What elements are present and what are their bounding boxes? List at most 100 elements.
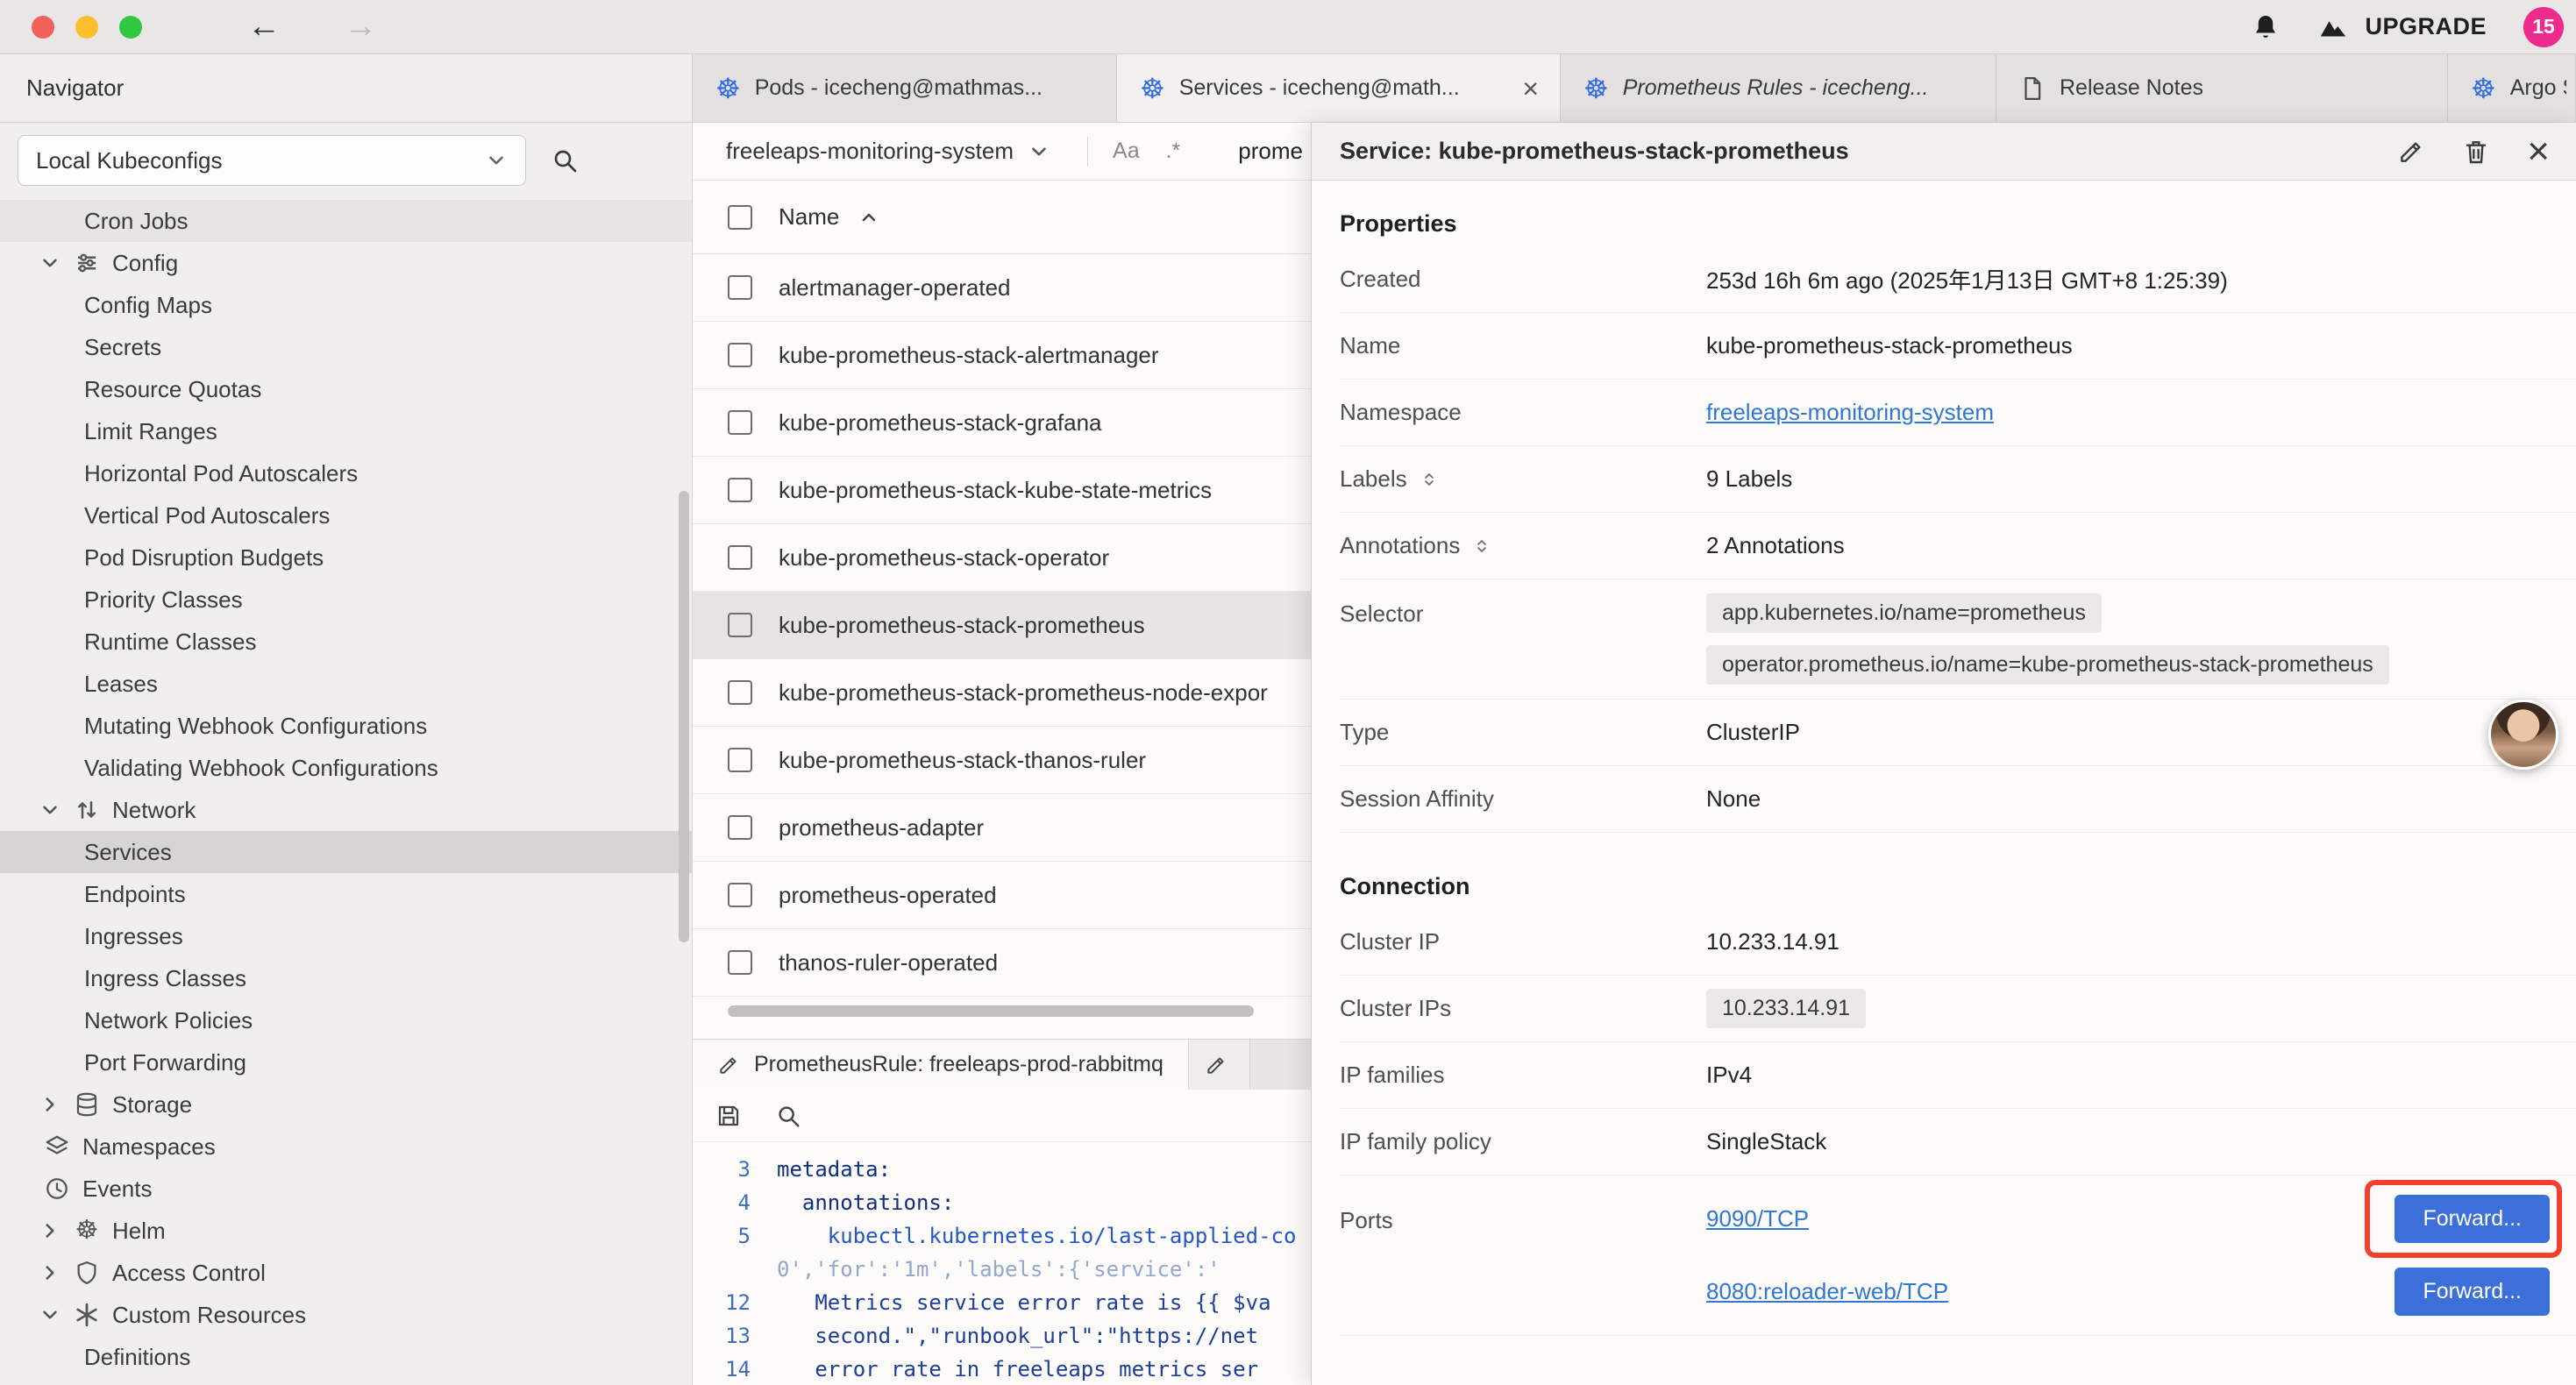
- row-checkbox[interactable]: [728, 545, 752, 570]
- sidebar-item-events[interactable]: Events: [0, 1168, 692, 1210]
- select-all-checkbox[interactable]: [728, 205, 752, 230]
- sidebar-item-helm[interactable]: ☸ Helm: [0, 1210, 692, 1252]
- document-icon: [2019, 75, 2046, 102]
- sidebar-item-network-policies[interactable]: Network Policies: [0, 999, 692, 1041]
- match-case-toggle[interactable]: Aa: [1113, 138, 1140, 164]
- search-icon[interactable]: [551, 146, 579, 174]
- window-close-button[interactable]: [32, 16, 54, 39]
- delete-trash-icon[interactable]: [2462, 138, 2490, 166]
- tab-services[interactable]: ☸ Services - icecheng@math... ×: [1117, 54, 1561, 122]
- close-icon[interactable]: ×: [1522, 75, 1539, 103]
- tab-prometheus-rules[interactable]: ☸ Prometheus Rules - icecheng...: [1561, 54, 1996, 122]
- sidebar-item-runtime-classes[interactable]: Runtime Classes: [0, 621, 692, 663]
- row-checkbox[interactable]: [728, 680, 752, 705]
- kubernetes-icon: ☸: [715, 75, 741, 103]
- config-sliders-icon: [74, 250, 100, 276]
- row-checkbox[interactable]: [728, 950, 752, 975]
- sidebar-item-limit-ranges[interactable]: Limit Ranges: [0, 410, 692, 452]
- chevron-down-icon[interactable]: [39, 252, 61, 274]
- sidebar-item-namespaces[interactable]: Namespaces: [0, 1126, 692, 1168]
- row-checkbox[interactable]: [728, 478, 752, 502]
- expand-collapse-icon[interactable]: [1470, 535, 1493, 558]
- chevron-right-icon[interactable]: [39, 1261, 61, 1284]
- sidebar-item-network[interactable]: Network: [0, 789, 692, 831]
- sidebar-item-mutating-webhook-configurations[interactable]: Mutating Webhook Configurations: [0, 705, 692, 747]
- search-input[interactable]: prome: [1238, 138, 1303, 165]
- back-icon[interactable]: ←: [247, 8, 281, 46]
- window-minimize-button[interactable]: [75, 16, 98, 39]
- sort-ascending-icon[interactable]: [858, 207, 879, 228]
- row-checkbox[interactable]: [728, 883, 752, 907]
- sidebar-item-ingresses[interactable]: Ingresses: [0, 915, 692, 957]
- sidebar-item-cron-jobs[interactable]: Cron Jobs: [0, 200, 692, 242]
- tab-release-notes[interactable]: Release Notes: [1996, 54, 2448, 122]
- sidebar-item-definitions[interactable]: Definitions: [0, 1336, 692, 1378]
- port-9090-link[interactable]: 9090/TCP: [1706, 1205, 1809, 1232]
- chevron-down-icon[interactable]: [39, 1303, 61, 1326]
- property-row-session-affinity: Session Affinity None: [1340, 766, 2576, 833]
- chevron-right-icon[interactable]: [39, 1219, 61, 1242]
- sidebar-item-port-forwarding[interactable]: Port Forwarding: [0, 1041, 692, 1083]
- namespace-filter-select[interactable]: freeleaps-monitoring-system: [726, 138, 1050, 165]
- sidebar-item-endpoints[interactable]: Endpoints: [0, 873, 692, 915]
- chevron-down-icon[interactable]: [39, 799, 61, 821]
- tab-argo[interactable]: ☸ Argo Se: [2448, 54, 2576, 122]
- column-header-name[interactable]: Name: [779, 203, 839, 231]
- navigator-panel-header: Navigator: [0, 54, 693, 122]
- edit-pencil-icon[interactable]: [2397, 138, 2425, 166]
- port-line-8080: 8080:reloader-web/TCP Forward...: [1706, 1268, 2550, 1316]
- forward-icon[interactable]: →: [344, 8, 377, 46]
- sidebar-item-resource-quotas[interactable]: Resource Quotas: [0, 368, 692, 410]
- expand-collapse-icon[interactable]: [1418, 468, 1441, 491]
- forward-button-8080[interactable]: Forward...: [2395, 1268, 2550, 1316]
- sidebar-item-pod-disruption-budgets[interactable]: Pod Disruption Budgets: [0, 536, 692, 579]
- row-checkbox[interactable]: [728, 748, 752, 772]
- row-checkbox[interactable]: [728, 343, 752, 367]
- namespace-link[interactable]: freeleaps-monitoring-system: [1706, 399, 1994, 425]
- upgrade-button[interactable]: UPGRADE: [2317, 11, 2487, 43]
- editor-tab-partial[interactable]: [1189, 1040, 1250, 1090]
- property-row-ip-family-policy: IP family policy SingleStack: [1340, 1109, 2576, 1175]
- pencil-icon: [717, 1054, 740, 1076]
- save-icon[interactable]: [715, 1103, 742, 1129]
- sidebar-item-config[interactable]: Config: [0, 242, 692, 284]
- search-icon[interactable]: [775, 1103, 801, 1129]
- notifications-bell-icon[interactable]: [2251, 12, 2281, 42]
- sidebar-item-services[interactable]: Services: [0, 831, 692, 873]
- storage-icon: [74, 1091, 100, 1118]
- forward-button-9090[interactable]: Forward...: [2395, 1195, 2550, 1243]
- asterisk-icon: [74, 1302, 100, 1328]
- tab-pods[interactable]: ☸ Pods - icecheng@mathmas...: [693, 54, 1117, 122]
- sidebar-item-access-control[interactable]: Access Control: [0, 1252, 692, 1294]
- sidebar-item-vertical-pod-autoscalers[interactable]: Vertical Pod Autoscalers: [0, 494, 692, 536]
- sidebar-item-storage[interactable]: Storage: [0, 1083, 692, 1126]
- window-zoom-button[interactable]: [119, 16, 142, 39]
- sidebar-item-priority-classes[interactable]: Priority Classes: [0, 579, 692, 621]
- sidebar-item-ingress-classes[interactable]: Ingress Classes: [0, 957, 692, 999]
- kubeconfig-selector[interactable]: Local Kubeconfigs: [18, 135, 526, 186]
- notification-count-badge[interactable]: 15: [2523, 7, 2564, 47]
- property-row-annotations: Annotations 2 Annotations: [1340, 513, 2576, 579]
- code-line: annotations:: [777, 1190, 954, 1215]
- code-line: second.","runbook_url":"https://net: [777, 1324, 1258, 1348]
- row-checkbox[interactable]: [728, 815, 752, 840]
- sidebar-item-secrets[interactable]: Secrets: [0, 326, 692, 368]
- close-icon[interactable]: ×: [2527, 132, 2550, 171]
- editor-tab-prometheusrule[interactable]: PrometheusRule: freeleaps-prod-rabbitmq: [693, 1040, 1189, 1090]
- row-checkbox[interactable]: [728, 275, 752, 300]
- user-avatar[interactable]: [2488, 700, 2558, 770]
- sidebar-item-leases[interactable]: Leases: [0, 663, 692, 705]
- sidebar-item-horizontal-pod-autoscalers[interactable]: Horizontal Pod Autoscalers: [0, 452, 692, 494]
- sidebar-scrollbar[interactable]: [679, 491, 689, 942]
- row-checkbox[interactable]: [728, 410, 752, 435]
- sidebar-item-custom-resources[interactable]: Custom Resources: [0, 1294, 692, 1336]
- horizontal-scrollbar[interactable]: [728, 1005, 1254, 1017]
- chevron-right-icon[interactable]: [39, 1093, 61, 1116]
- sidebar-item-config-maps[interactable]: Config Maps: [0, 284, 692, 326]
- line-number: 14: [693, 1357, 751, 1381]
- regex-toggle[interactable]: .*: [1166, 138, 1181, 164]
- sidebar-item-validating-webhook-configurations[interactable]: Validating Webhook Configurations: [0, 747, 692, 789]
- port-8080-link[interactable]: 8080:reloader-web/TCP: [1706, 1278, 1948, 1305]
- row-checkbox[interactable]: [728, 613, 752, 637]
- property-row-ip-families: IP families IPv4: [1340, 1042, 2576, 1109]
